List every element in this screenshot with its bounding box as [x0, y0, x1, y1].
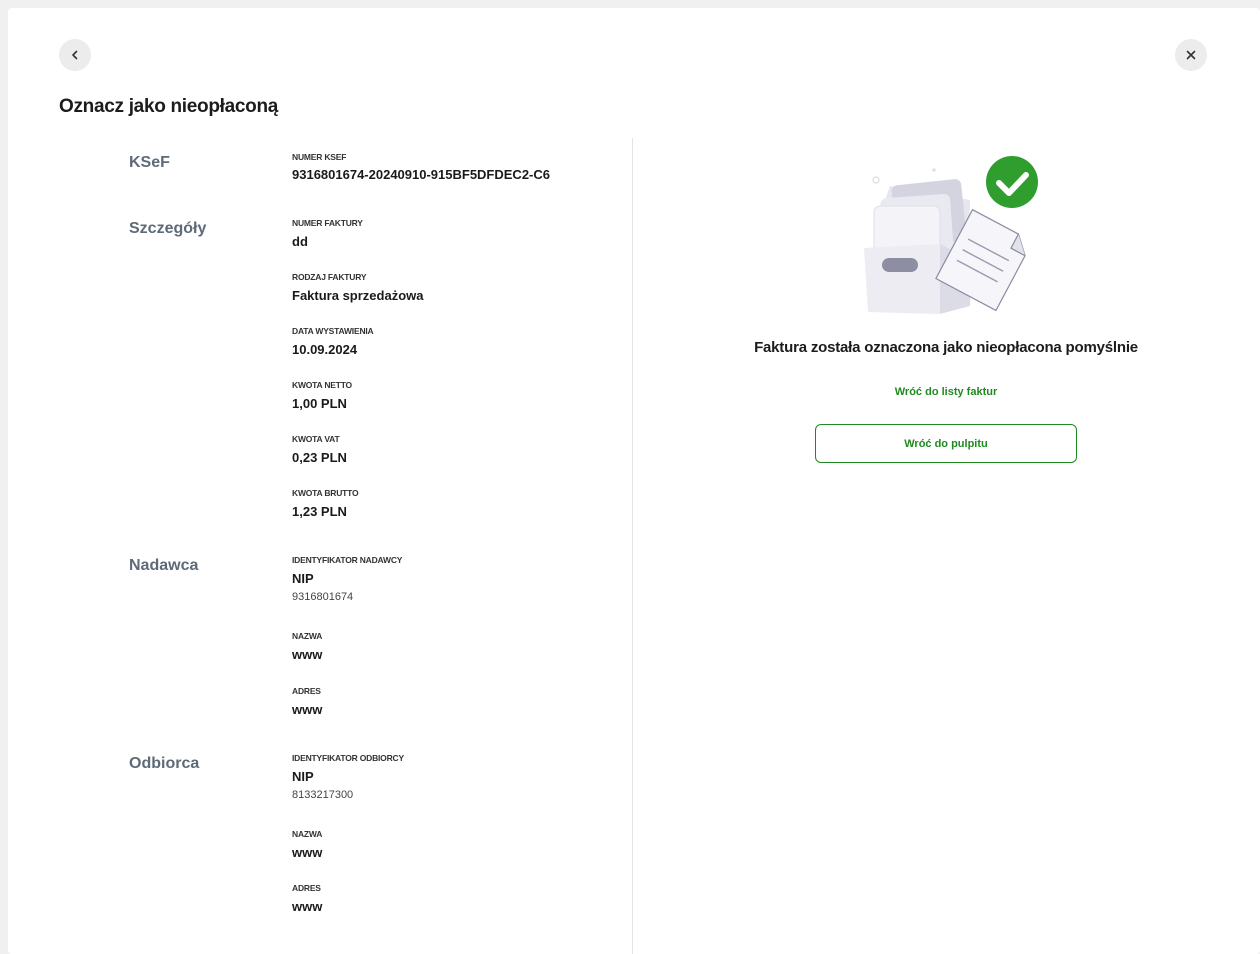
- field-sender-id: IDENTYFIKATOR NADAWCY NIP 9316801674: [292, 554, 402, 605]
- field-invoice-type: RODZAJ FAKTURY Faktura sprzedażowa: [292, 271, 424, 304]
- success-message: Faktura została oznaczona jako nieopłaco…: [754, 339, 1138, 356]
- modal-panel: Oznacz jako nieopłaconą KSeF NUMER KSEF …: [8, 8, 1260, 954]
- field-ksef-number: NUMER KSEF 9316801674-20240910-915BF5DFD…: [292, 151, 550, 183]
- back-button[interactable]: [59, 39, 91, 71]
- field-value: www: [292, 845, 323, 860]
- field-label: NUMER FAKTURY: [292, 218, 363, 228]
- field-sub-value: 8133217300: [292, 789, 354, 801]
- field-vat-amount: KWOTA VAT 0,23 PLN: [292, 433, 347, 466]
- chevron-left-icon: [72, 50, 78, 60]
- documents-box-success-icon: [864, 156, 1038, 314]
- field-label: ADRES: [292, 883, 321, 893]
- field-value: www: [292, 702, 323, 717]
- field-label: IDENTYFIKATOR NADAWCY: [292, 555, 403, 565]
- field-recipient-name: NAZWA www: [292, 828, 322, 861]
- field-label: ADRES: [292, 686, 321, 696]
- field-label: DATA WYSTAWIENIA: [292, 326, 374, 336]
- column-divider: [632, 138, 633, 954]
- field-value: www: [292, 647, 323, 662]
- field-sender-address: ADRES www: [292, 685, 322, 718]
- field-recipient-id: IDENTYFIKATOR ODBIORCY NIP 8133217300: [292, 752, 404, 803]
- field-gross-amount: KWOTA BRUTTO 1,23 PLN: [292, 487, 359, 520]
- section-title-recipient: Odbiorca: [129, 755, 200, 772]
- field-value: Faktura sprzedażowa: [292, 288, 424, 303]
- field-recipient-address: ADRES www: [292, 882, 322, 915]
- field-label: KWOTA VAT: [292, 434, 340, 444]
- close-icon: [1186, 50, 1196, 60]
- section-title-sender: Nadawca: [129, 557, 199, 574]
- field-label: IDENTYFIKATOR ODBIORCY: [292, 753, 404, 763]
- close-button[interactable]: [1175, 39, 1207, 71]
- field-value: 10.09.2024: [292, 342, 358, 357]
- section-title-details: Szczegóły: [129, 220, 207, 237]
- field-value: dd: [292, 234, 308, 249]
- field-label: KWOTA BRUTTO: [292, 488, 359, 498]
- field-value: 9316801674-20240910-915BF5DFDEC2-C6: [292, 167, 551, 182]
- section-title-ksef: KSeF: [129, 154, 170, 171]
- field-value: NIP: [292, 769, 314, 784]
- field-label: NAZWA: [292, 829, 323, 839]
- field-value: www: [292, 899, 323, 914]
- field-value: 0,23 PLN: [292, 450, 347, 465]
- back-to-invoices-link[interactable]: Wróć do listy faktur: [632, 386, 1260, 398]
- field-label: NUMER KSEF: [292, 152, 347, 162]
- field-issue-date: DATA WYSTAWIENIA 10.09.2024: [292, 325, 374, 358]
- field-label: NAZWA: [292, 631, 323, 641]
- field-value: 1,00 PLN: [292, 396, 347, 411]
- field-value: 1,23 PLN: [292, 504, 347, 519]
- field-net-amount: KWOTA NETTO 1,00 PLN: [292, 379, 352, 412]
- field-label: RODZAJ FAKTURY: [292, 272, 367, 282]
- page-title: Oznacz jako nieopłaconą: [59, 96, 279, 117]
- field-invoice-number: NUMER FAKTURY dd: [292, 217, 363, 250]
- field-sender-name: NAZWA www: [292, 630, 322, 663]
- field-sub-value: 9316801674: [292, 591, 354, 603]
- back-to-dashboard-button[interactable]: Wróć do pulpitu: [815, 424, 1077, 463]
- field-value: NIP: [292, 571, 314, 586]
- field-label: KWOTA NETTO: [292, 380, 352, 390]
